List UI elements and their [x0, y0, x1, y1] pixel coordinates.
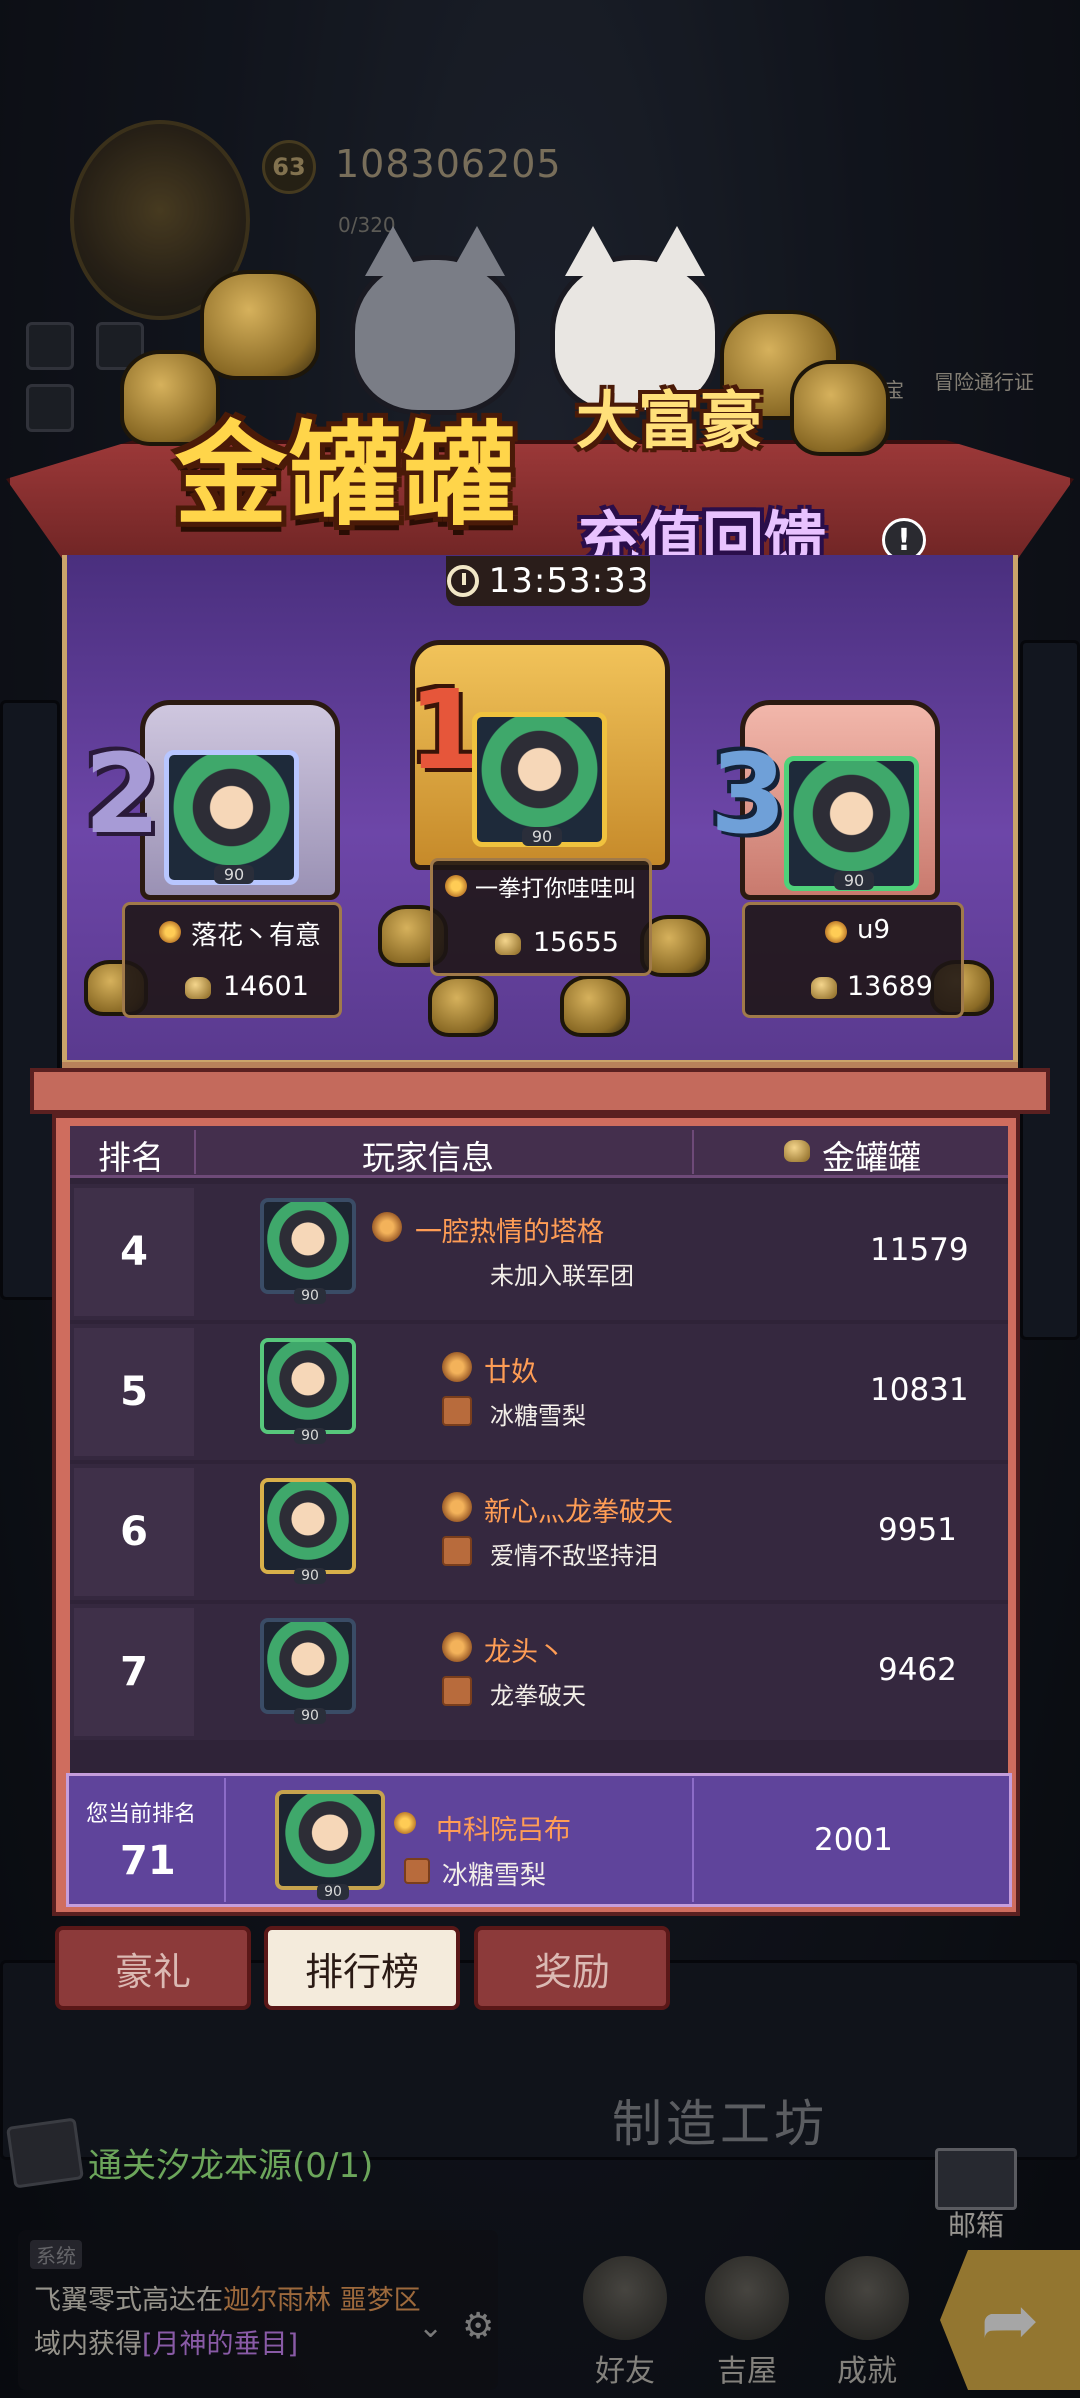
podium-score: 13689 — [847, 971, 933, 1002]
podium-rank-2: 2 — [84, 730, 161, 858]
tab-gift-label: 豪礼 — [114, 1949, 191, 1994]
my-guild-name: 冰糖雪梨 — [442, 1861, 547, 1891]
podium-score: 14601 — [223, 971, 309, 1002]
podium-card-3[interactable]: u9 13689 — [742, 902, 964, 1018]
gold-jar-icon — [560, 975, 630, 1037]
guild-name: 龙拳破天 — [490, 1682, 586, 1710]
podium-name: u9 — [857, 915, 891, 945]
level-tag: 90 — [317, 1884, 349, 1900]
rank-medal-icon — [445, 875, 467, 897]
countdown-timer: 13:53:33 — [446, 556, 650, 606]
player-name: 龙头丶 — [484, 1637, 565, 1668]
player-score: 9951 — [878, 1512, 957, 1548]
table-row[interactable]: 7 90 龙头丶 龙拳破天 9462 — [70, 1604, 1008, 1740]
col-score-header: 金罐罐 — [822, 1138, 921, 1177]
timer-text: 13:53:33 — [488, 561, 650, 601]
guild-name: 冰糖雪梨 — [490, 1402, 586, 1430]
podium-avatar-3[interactable]: 90 — [784, 756, 919, 891]
table-row[interactable]: 5 90 廿奺 冰糖雪梨 10831 — [70, 1324, 1008, 1460]
board-header-bar — [30, 1068, 1050, 1114]
podium-card-1[interactable]: 一拳打你哇哇叫 15655 — [430, 858, 652, 976]
rank-medal-icon — [394, 1812, 416, 1834]
level-tag: 90 — [294, 1568, 326, 1584]
divider — [224, 1778, 226, 1902]
event-title: 金罐罐 — [175, 411, 517, 541]
guild-emblem-icon — [442, 1536, 472, 1566]
row-rank: 5 — [74, 1328, 194, 1456]
my-avatar[interactable]: 90 — [275, 1790, 385, 1900]
level-tag: 90 — [834, 871, 874, 890]
gold-jar-icon — [200, 270, 320, 380]
gold-jar-icon — [495, 933, 521, 955]
gold-jar-icon — [811, 977, 837, 999]
player-score: 11579 — [870, 1232, 969, 1268]
player-name: 一腔热情的塔格 — [415, 1217, 604, 1248]
tab-reward-label: 奖励 — [533, 1949, 610, 1994]
my-score: 2001 — [814, 1822, 893, 1858]
rank-medal-icon — [442, 1632, 472, 1662]
guild-emblem-icon — [442, 1676, 472, 1706]
podium-name: 落花丶有意 — [191, 921, 322, 951]
player-score: 9462 — [878, 1652, 957, 1688]
my-rank-value: 71 — [120, 1838, 176, 1884]
podium-name: 一拳打你哇哇叫 — [475, 876, 636, 902]
col-player-header: 玩家信息 — [362, 1138, 494, 1177]
tab-ranking[interactable]: 排行榜 — [264, 1926, 460, 2010]
player-name: 新心灬龙拳破天 — [484, 1497, 673, 1528]
level-tag: 90 — [214, 865, 254, 884]
podium-avatar-2[interactable]: 90 — [164, 750, 299, 885]
gold-jar-icon — [784, 1140, 810, 1162]
tab-reward[interactable]: 奖励 — [474, 1926, 670, 2010]
rank-medal-icon — [442, 1352, 472, 1382]
row-rank: 4 — [74, 1188, 194, 1316]
tab-ranking-label: 排行榜 — [304, 1949, 419, 1994]
avatar[interactable]: 90 — [260, 1198, 356, 1304]
guild-emblem-icon — [404, 1858, 430, 1884]
guild-emblem-icon — [442, 1396, 472, 1426]
guild-name: 未加入联军团 — [490, 1262, 634, 1290]
podium-card-2[interactable]: 落花丶有意 14601 — [122, 902, 342, 1018]
event-subtitle: 大富豪 — [576, 384, 763, 457]
col-rank-header: 排名 — [98, 1138, 164, 1177]
podium-avatar-1[interactable]: 90 — [472, 712, 607, 847]
my-rank-label: 您当前排名 — [86, 1802, 197, 1827]
table-row[interactable]: 4 90 一腔热情的塔格 未加入联军团 11579 — [70, 1184, 1008, 1320]
guild-name: 爱情不敌坚持泪 — [490, 1542, 658, 1570]
avatar[interactable]: 90 — [260, 1338, 356, 1444]
level-tag: 90 — [294, 1708, 326, 1724]
rank-medal-icon — [159, 921, 181, 943]
level-tag: 90 — [522, 827, 562, 846]
divider — [194, 1130, 196, 1174]
avatar[interactable]: 90 — [260, 1618, 356, 1724]
rank-medal-icon — [825, 921, 847, 943]
my-player-name: 中科院吕布 — [436, 1815, 571, 1846]
divider — [692, 1130, 694, 1174]
avatar[interactable]: 90 — [260, 1478, 356, 1584]
podium-score: 15655 — [533, 927, 619, 958]
podium-rank-3: 3 — [710, 730, 787, 858]
row-rank: 6 — [74, 1468, 194, 1596]
gold-jar-icon — [428, 975, 498, 1037]
gold-jar-icon — [185, 977, 211, 999]
tab-gift[interactable]: 豪礼 — [55, 1926, 251, 2010]
row-rank: 7 — [74, 1608, 194, 1736]
player-name: 廿奺 — [484, 1357, 538, 1388]
rank-medal-icon — [442, 1492, 472, 1522]
player-score: 10831 — [870, 1372, 969, 1408]
rank-medal-icon — [372, 1212, 402, 1242]
divider — [692, 1778, 694, 1902]
clock-icon — [446, 565, 479, 597]
level-tag: 90 — [294, 1288, 326, 1304]
level-tag: 90 — [294, 1428, 326, 1444]
gold-jar-icon — [790, 360, 890, 456]
table-row[interactable]: 6 90 新心灬龙拳破天 爱情不敌坚持泪 9951 — [70, 1464, 1008, 1600]
